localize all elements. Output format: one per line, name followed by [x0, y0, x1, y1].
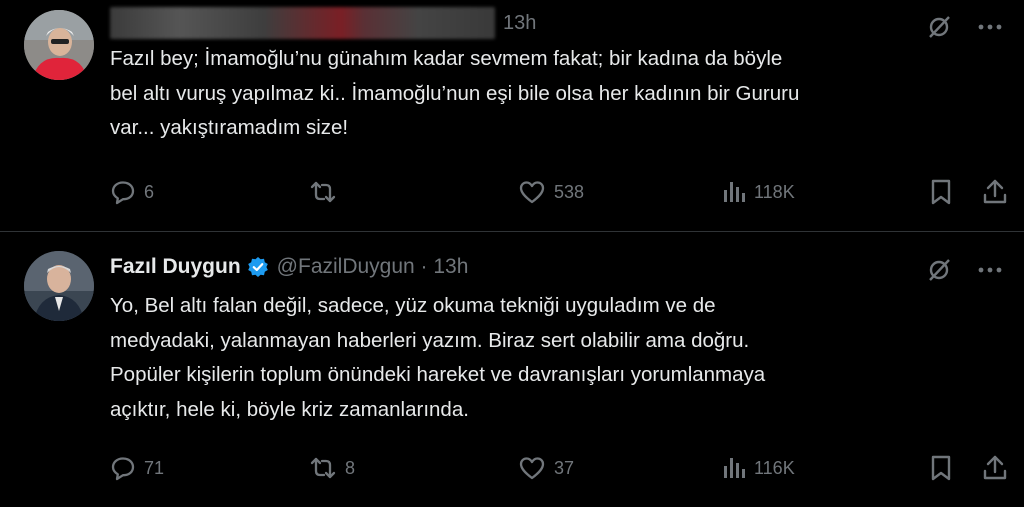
- views-button[interactable]: 118K: [722, 172, 795, 212]
- tweet-header: 13h: [110, 6, 536, 40]
- more-icon[interactable]: [978, 24, 1002, 30]
- share-button[interactable]: [982, 172, 1008, 212]
- view-count: 118K: [754, 181, 795, 202]
- share-button[interactable]: [982, 448, 1008, 488]
- reply-button[interactable]: 6: [110, 172, 154, 212]
- reply-button[interactable]: 71: [110, 448, 164, 488]
- bookmark-icon: [929, 454, 953, 482]
- grok-slash-icon[interactable]: [926, 14, 952, 40]
- views-icon: [722, 179, 746, 205]
- like-button[interactable]: 538: [518, 172, 584, 212]
- reply-count: 71: [144, 457, 165, 478]
- like-count: 37: [554, 457, 575, 478]
- timestamp[interactable]: 13h: [503, 12, 536, 35]
- verified-badge-icon: [247, 256, 269, 278]
- tweet-divider: [0, 231, 1024, 232]
- repost-icon: [309, 179, 337, 205]
- avatar[interactable]: [24, 251, 94, 321]
- tweet-text: Yo, Bel altı falan değil, sadece, yüz ok…: [110, 294, 766, 421]
- bookmark-icon: [929, 178, 953, 206]
- tweet-text: Fazıl bey; İmamoğlu’nu günahım kadar sev…: [110, 47, 800, 139]
- repost-icon: [309, 455, 337, 481]
- reply-tweet[interactable]: 13h Fazıl bey; İmamoğlu’nu günahım kadar…: [0, 0, 1024, 232]
- share-icon: [982, 178, 1008, 206]
- like-icon: [518, 455, 546, 481]
- display-name[interactable]: Fazıl Duygun: [110, 255, 241, 279]
- bookmark-button[interactable]: [929, 448, 953, 488]
- action-bar: 71 8 37 116K: [0, 448, 1024, 488]
- reply-icon: [110, 179, 136, 205]
- repost-button[interactable]: [309, 172, 345, 212]
- share-icon: [982, 454, 1008, 482]
- author-tweet[interactable]: Fazıl Duygun @FazilDuygun · 13h Yo, Bel …: [0, 233, 1024, 507]
- more-icon[interactable]: [978, 267, 1002, 273]
- like-count: 538: [554, 181, 585, 202]
- like-icon: [518, 179, 546, 205]
- tweet-top-actions: [926, 14, 1002, 40]
- action-bar: 6 538 118K: [0, 172, 1024, 212]
- view-count: 116K: [754, 457, 795, 478]
- repost-count: 8: [345, 457, 356, 478]
- tweet-top-actions: [926, 257, 1002, 283]
- views-button[interactable]: 116K: [722, 448, 795, 488]
- repost-button[interactable]: 8: [309, 448, 355, 488]
- like-button[interactable]: 37: [518, 448, 574, 488]
- grok-slash-icon[interactable]: [926, 257, 952, 283]
- tweet-header: Fazıl Duygun @FazilDuygun · 13h: [110, 250, 468, 284]
- handle-and-time[interactable]: @FazilDuygun · 13h: [277, 255, 469, 279]
- views-icon: [722, 455, 746, 481]
- reply-icon: [110, 455, 136, 481]
- blurred-user-name: [110, 7, 495, 39]
- reply-count: 6: [144, 181, 155, 202]
- avatar[interactable]: [24, 10, 94, 80]
- bookmark-button[interactable]: [929, 172, 953, 212]
